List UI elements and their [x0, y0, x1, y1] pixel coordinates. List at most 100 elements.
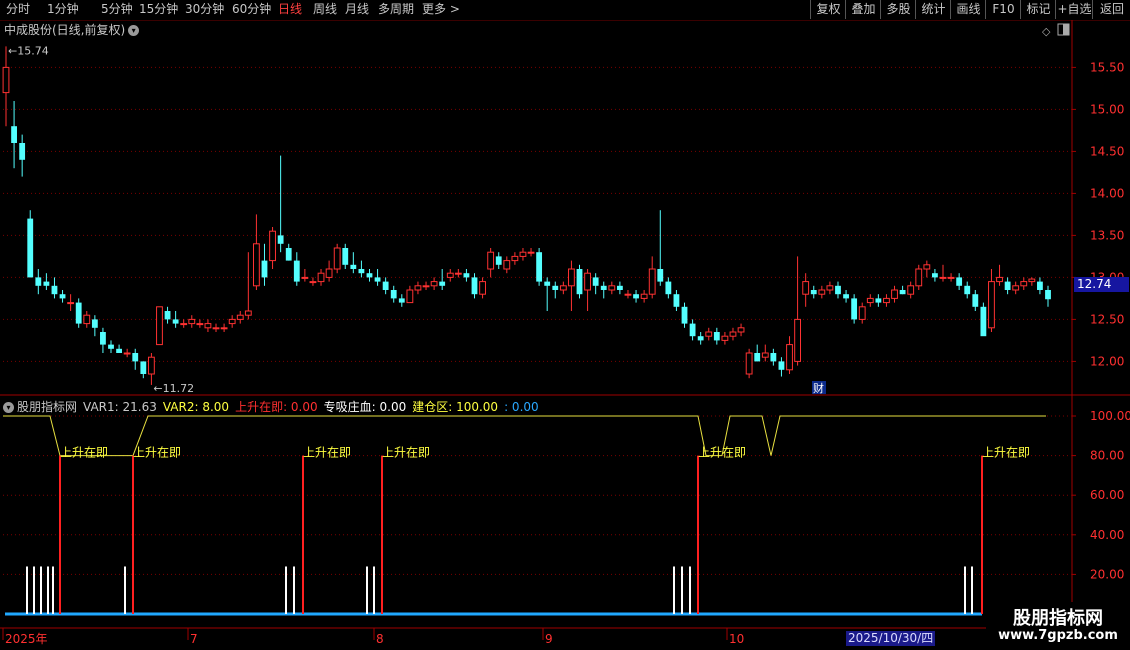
indicator-tick-label: 100.00: [1090, 409, 1130, 423]
candle-body-down: [51, 285, 58, 295]
candle-body-down: [665, 281, 672, 295]
candle-body-up: [826, 285, 834, 291]
candle-body-up: [1012, 285, 1020, 291]
candle-body-down: [697, 336, 704, 341]
candle-body-down: [1004, 281, 1011, 290]
candle-body-down: [835, 285, 841, 295]
candle-body-down: [108, 344, 114, 349]
candle-body-up: [923, 264, 931, 270]
candle-body-down: [342, 248, 349, 265]
indicator-title-bar: ▾ 股朋指标网 VAR1: 21.63 VAR2: 8.00 上升在即: 0.00 专吸庄…: [3, 398, 545, 415]
diamond-icon: ◇: [1042, 25, 1051, 38]
candle-body-down: [932, 273, 938, 278]
window-icon-fill: [1063, 24, 1069, 35]
candle-body-down: [398, 298, 405, 303]
candle-body-up: [147, 356, 155, 375]
candle-body-up: [608, 285, 616, 291]
extra-value: : 0.00: [504, 400, 539, 414]
candle-body-up: [180, 323, 188, 326]
candle-body-down: [277, 235, 284, 244]
candle-body-up: [406, 289, 414, 304]
candle-body-up: [996, 276, 1003, 283]
signal-label: 上升在即: [60, 446, 108, 460]
candle-body-down: [358, 269, 365, 274]
candle-body-up: [891, 289, 898, 299]
candle-body-up: [503, 260, 511, 270]
candle-body-up: [866, 297, 874, 304]
candle-body-down: [657, 269, 664, 282]
candle-body-up: [446, 272, 454, 278]
candle-body-down: [19, 143, 26, 160]
candle-body-down: [439, 281, 446, 286]
high-marker: ←15.74: [8, 44, 49, 57]
price-tick-label: 15.50: [1090, 60, 1124, 74]
candle-body-down: [713, 332, 720, 341]
candle-body-down: [471, 277, 478, 295]
candle-body-down: [851, 298, 858, 320]
candle-body-down: [681, 306, 688, 324]
var2-value: VAR2: 8.00: [162, 400, 230, 414]
candle-body-down: [592, 277, 599, 286]
candle-body-up: [1028, 278, 1036, 283]
candle-body-up: [624, 293, 632, 296]
x-axis-label: 10: [729, 632, 744, 646]
candle-body-down: [390, 290, 397, 299]
candle-body-up: [786, 344, 793, 371]
candle-body-up: [123, 352, 131, 355]
indicator-tick-label: 40.00: [1090, 528, 1124, 542]
candle-body-down: [132, 353, 139, 362]
candle-body-down: [91, 319, 98, 328]
candle-body-up: [794, 318, 802, 362]
candle-body-down: [544, 281, 551, 286]
candle-body-up: [333, 247, 341, 270]
x-axis-label: 8: [376, 632, 384, 646]
candle-body-up: [204, 323, 212, 329]
rise-value: 上升在即: 0.00: [235, 400, 318, 414]
candle-body-up: [228, 318, 236, 325]
candle-body-down: [980, 306, 987, 337]
candle-body-down: [754, 353, 761, 362]
candle-body-down: [1045, 290, 1051, 300]
watermark-url: www.7gpzb.com: [998, 628, 1118, 643]
candle-body-down: [964, 285, 971, 295]
zhuan-value: 专吸庄血: 0.00: [323, 400, 407, 414]
candle-body-up: [212, 327, 220, 330]
candle-body-up: [883, 297, 890, 304]
price-tick-label: 14.00: [1090, 186, 1124, 200]
indicator-tick-label: 20.00: [1090, 567, 1124, 581]
candle-body-up: [939, 276, 947, 279]
chevron-down-icon[interactable]: ▾: [3, 402, 14, 413]
candle-body-up: [188, 318, 196, 325]
candle-body-down: [350, 264, 357, 269]
candle-body-up: [761, 352, 769, 358]
watermark: 股朋指标网 www.7gpzb.com: [986, 602, 1130, 650]
candle-body-up: [907, 285, 915, 295]
low-marker: ←11.72: [153, 382, 194, 395]
candle-body-down: [633, 294, 639, 299]
candle-body-down: [778, 361, 785, 370]
candle-body-up: [988, 281, 995, 329]
candle-body-down: [382, 281, 389, 290]
signal-label: 上升在即: [133, 446, 181, 460]
candle-body-down: [172, 319, 179, 324]
candle-body-up: [479, 281, 486, 295]
candle-body-down: [616, 285, 623, 290]
candle-body-up: [745, 352, 753, 375]
candle-body-up: [309, 281, 317, 284]
candle-body-up: [83, 314, 91, 325]
candle-body-up: [640, 293, 648, 299]
candle-body-up: [858, 306, 866, 320]
candle-body-down: [552, 285, 559, 290]
candle-body-down: [366, 273, 373, 278]
candle-body-up: [2, 66, 10, 94]
candle-body-down: [374, 277, 381, 282]
candle-body-up: [947, 276, 955, 279]
var1-value: VAR1: 21.63: [83, 400, 157, 414]
candle-body-up: [325, 268, 333, 278]
price-tick-label: 14.50: [1090, 144, 1124, 158]
x-axis-label: 7: [190, 632, 198, 646]
cursor-date-badge: 2025/10/30/四: [846, 631, 936, 646]
candle-body-up: [729, 331, 737, 337]
candle-body-up: [568, 268, 575, 287]
candle-body-up: [430, 281, 438, 287]
